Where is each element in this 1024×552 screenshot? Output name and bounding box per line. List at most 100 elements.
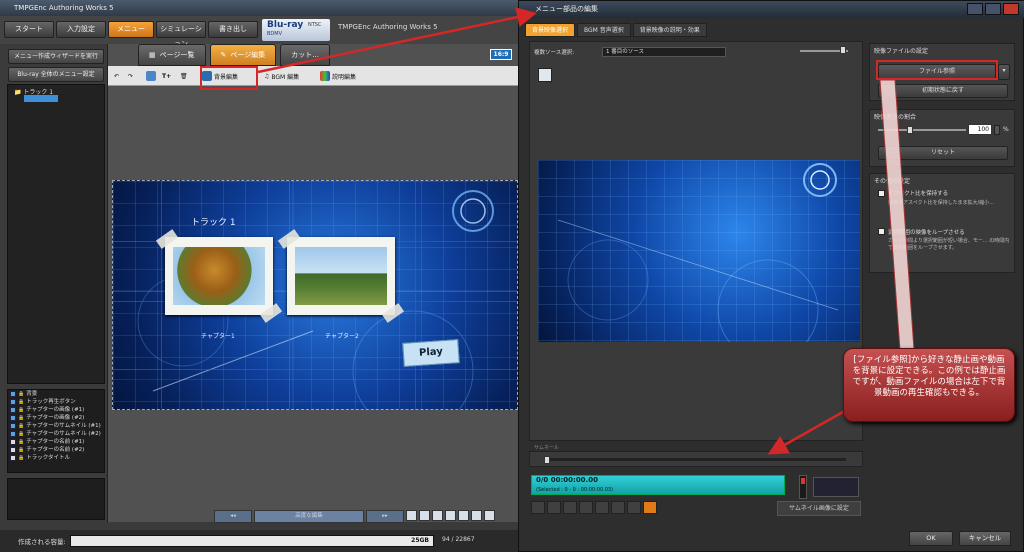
canvas-track-title[interactable]: トラック 1: [191, 215, 236, 228]
window-controls: [967, 3, 1019, 15]
ratio-spinner[interactable]: [994, 125, 1000, 135]
lock-icon[interactable]: 🔒: [18, 438, 24, 446]
ratio-input[interactable]: 100: [968, 124, 992, 135]
file-browse-highlight: [876, 60, 998, 80]
aspect-checkbox[interactable]: [878, 190, 885, 197]
list-item[interactable]: 🔒 背景: [8, 390, 104, 398]
reset-button[interactable]: リセット: [878, 146, 1008, 160]
list-item-label: チャプターの名前 (#1): [26, 439, 85, 445]
view-height-icon[interactable]: [484, 510, 495, 521]
ok-button[interactable]: OK: [909, 531, 953, 546]
seek-bar[interactable]: サムネール: [529, 445, 863, 467]
menu-canvas[interactable]: トラック 1 チャプター1 チャプター2 Play: [112, 180, 518, 410]
close-icon[interactable]: [1003, 3, 1019, 15]
lock-icon[interactable]: 🔒: [18, 430, 24, 438]
seek-handle[interactable]: [544, 456, 550, 464]
chapter1-thumbnail[interactable]: [155, 229, 283, 323]
loop-icon[interactable]: [643, 501, 657, 514]
start-icon[interactable]: [595, 501, 609, 514]
tab-bg-select[interactable]: 背景映像選択: [525, 23, 576, 37]
tab-bg-effects[interactable]: 背景映像の説明・効果: [632, 23, 707, 37]
view-safe-icon[interactable]: [419, 510, 430, 521]
tab-page-edit[interactable]: ✎ ページ編集: [209, 44, 277, 66]
tab-cut-edit[interactable]: カット...: [280, 44, 330, 66]
volume-meter[interactable]: [799, 475, 807, 499]
nav-start[interactable]: スタート: [4, 21, 54, 38]
view-width-icon[interactable]: [471, 510, 482, 521]
add-text-icon[interactable]: T+: [162, 69, 171, 83]
loop-checkbox[interactable]: [878, 228, 885, 235]
redo-icon[interactable]: ↷: [128, 69, 133, 83]
bluray-settings-button[interactable]: Blu-ray 全体のメニュー設定: [8, 67, 104, 82]
bg-preview-image: [538, 160, 860, 342]
ratio-slider[interactable]: [878, 126, 966, 134]
lock-icon[interactable]: 🔒: [18, 398, 24, 406]
view-zoom-icon[interactable]: [458, 510, 469, 521]
maximize-icon[interactable]: [985, 3, 1001, 15]
ratio-unit: %: [1003, 126, 1009, 133]
set-thumbnail-button[interactable]: サムネイル画像に設定: [777, 501, 861, 516]
next-frame-icon[interactable]: [579, 501, 593, 514]
list-item-label: トラックタイトル: [26, 455, 71, 461]
lock-icon[interactable]: 🔒: [18, 454, 24, 462]
circuit-decoration: [557, 163, 839, 342]
list-item-label: チャプターの画像 (#2): [26, 415, 85, 421]
advanced-edit-button[interactable]: 高度な編集: [254, 510, 364, 523]
chapter2-thumbnail[interactable]: [277, 229, 405, 323]
bgm-edit-button[interactable]: ♫ BGM 編集: [264, 69, 299, 83]
list-item[interactable]: 🔒 チャプターのサムネイル (#1): [8, 422, 104, 430]
view-fit-icon[interactable]: [432, 510, 443, 521]
list-item[interactable]: 🔒 チャプターの画像 (#2): [8, 414, 104, 422]
tab-bgm-select[interactable]: BGM 音声選択: [577, 23, 631, 37]
nav-simulation[interactable]: シミュレーション: [156, 21, 206, 48]
play-icon[interactable]: [531, 501, 545, 514]
desc-edit-button[interactable]: 説明編集: [320, 69, 356, 83]
reset-initial-button[interactable]: 初期状態に戻す: [878, 84, 1008, 98]
lock-icon[interactable]: 🔒: [18, 422, 24, 430]
minimize-icon[interactable]: [967, 3, 983, 15]
wizard-button[interactable]: メニュー作成ウィザードを実行: [8, 49, 104, 64]
status-bar: 作成される容量: 25GB 94 / 22867: [0, 530, 520, 552]
lock-icon[interactable]: 🔒: [18, 414, 24, 422]
list-item[interactable]: 🔒 トラック再生ボタン: [8, 398, 104, 406]
stop-icon[interactable]: [547, 501, 561, 514]
lock-icon[interactable]: 🔒: [18, 446, 24, 454]
capacity-value: 25GB: [411, 537, 429, 544]
next-page-button[interactable]: ▸▸: [366, 510, 404, 523]
lock-icon[interactable]: 🔒: [18, 390, 24, 398]
flag-icon[interactable]: [538, 68, 552, 82]
zoom-slider[interactable]: [790, 46, 850, 56]
list-item[interactable]: 🔒 チャプターの名前 (#1): [8, 438, 104, 446]
aspect-description: 映像のアスペクト比を保持したまま拡大/縮小...: [888, 200, 994, 206]
list-item[interactable]: 🔒 チャプターの名前 (#2): [8, 446, 104, 454]
view-grid-icon[interactable]: [406, 510, 417, 521]
capacity-bar: 25GB: [70, 535, 434, 547]
view-align-icon[interactable]: [445, 510, 456, 521]
nav-input[interactable]: 入力設定: [56, 21, 106, 38]
file-browse-dropdown[interactable]: ▾: [998, 64, 1010, 80]
end-icon[interactable]: [611, 501, 625, 514]
tab-page-list[interactable]: ▦ ページ一覧: [138, 44, 206, 66]
nav-menu[interactable]: メニュー: [108, 21, 154, 38]
menu-part-edit-dialog: メニュー部品の編集 背景映像選択 BGM 音声選択 背景映像の説明・効果 複数ソ…: [518, 0, 1024, 552]
add-image-icon[interactable]: [146, 69, 156, 83]
prev-frame-icon[interactable]: [563, 501, 577, 514]
dialog-tabs: 背景映像選択 BGM 音声選択 背景映像の説明・効果: [525, 23, 707, 37]
chapter1-label[interactable]: チャプター1: [201, 331, 235, 340]
chapter2-label[interactable]: チャプター2: [325, 331, 359, 340]
play-button[interactable]: Play: [402, 339, 460, 367]
dialog-title: メニュー部品の編集: [519, 1, 1024, 18]
list-item[interactable]: 🔒 チャプターのサムネイル (#2): [8, 430, 104, 438]
tree-page-selected[interactable]: [24, 95, 58, 102]
source-select[interactable]: 1 番目のソース: [602, 47, 726, 57]
undo-icon[interactable]: ↶: [114, 69, 119, 83]
list-item[interactable]: 🔒 チャプターの画像 (#1): [8, 406, 104, 414]
cancel-button[interactable]: キャンセル: [959, 531, 1011, 546]
mark-in-icon[interactable]: [627, 501, 641, 514]
annotation-callout: [ファイル参照]から好きな静止画や動画を背景に設定できる。この例では静止画ですが…: [843, 348, 1015, 422]
nav-export[interactable]: 書き出し: [208, 21, 258, 38]
delete-icon[interactable]: 🗑: [180, 69, 188, 83]
lock-icon[interactable]: 🔒: [18, 406, 24, 414]
list-item[interactable]: 🔒 トラックタイトル: [8, 454, 104, 462]
prev-page-button[interactable]: ◂◂: [214, 510, 252, 523]
